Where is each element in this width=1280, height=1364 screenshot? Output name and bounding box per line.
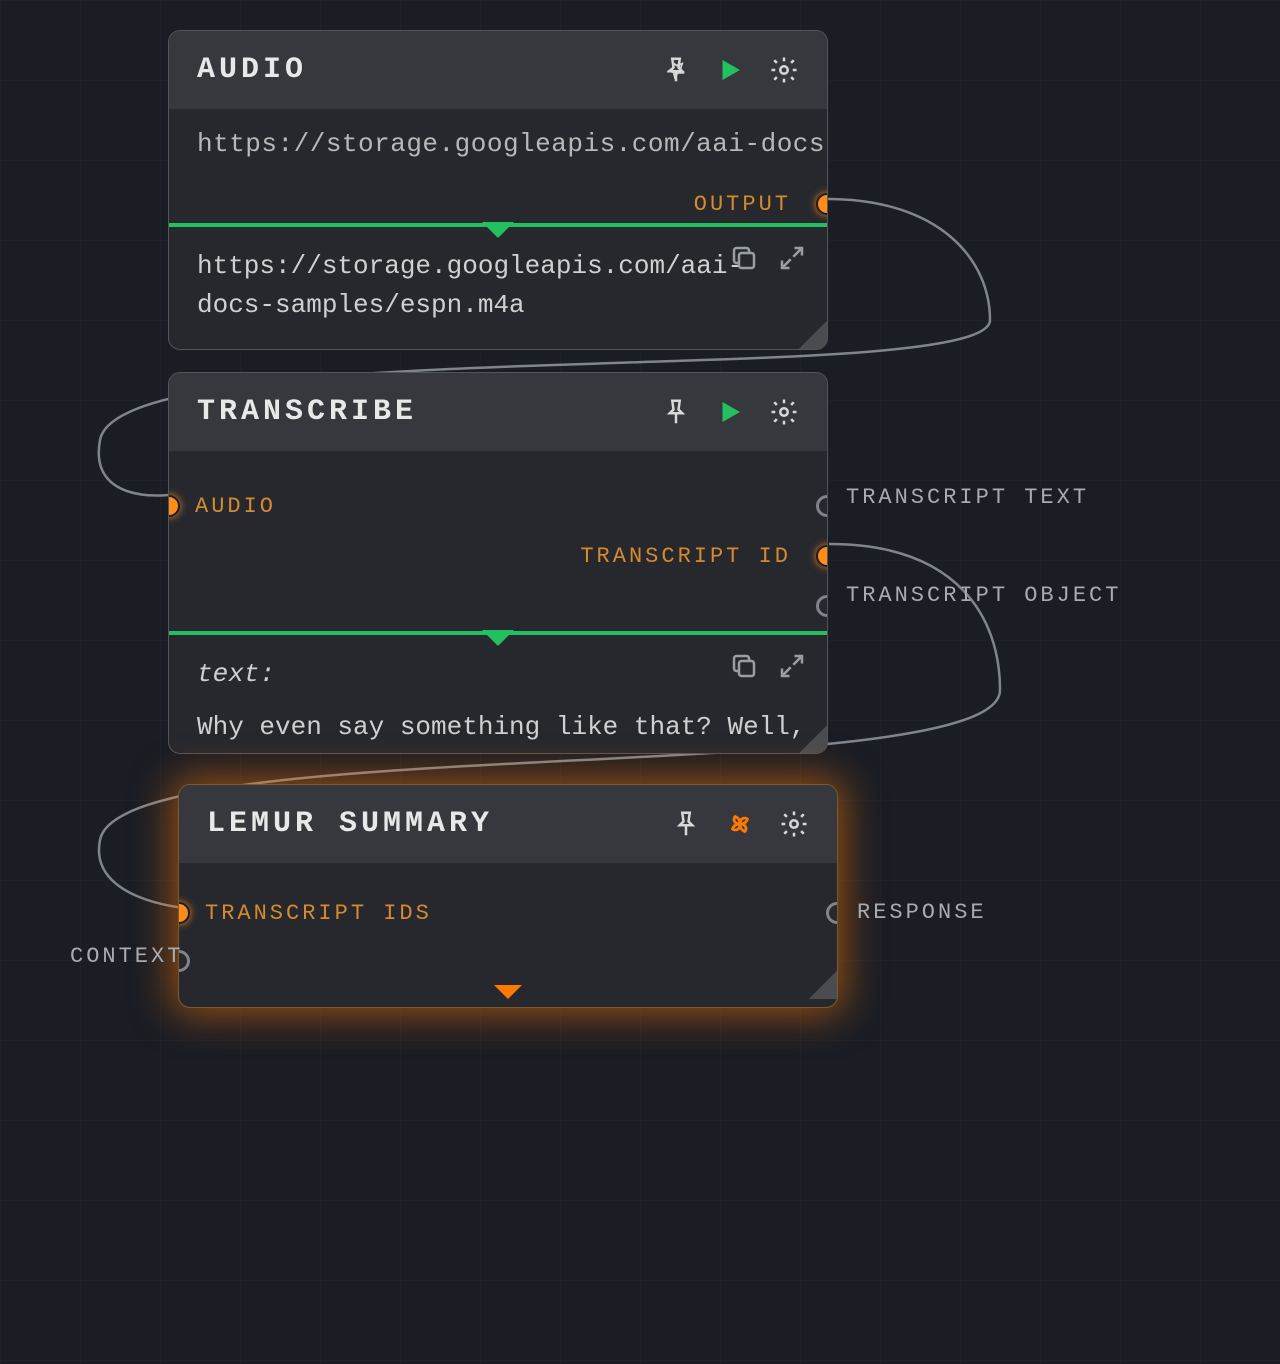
transcript-text-ext-label: TRANSCRIPT TEXT [846,485,1089,510]
transcribe-result-heading: text: [197,655,799,694]
transcribe-id-output-port[interactable] [816,545,828,567]
pin-icon[interactable] [671,809,701,839]
lemur-context-ext-label: CONTEXT [70,944,183,969]
audio-url-input[interactable]: https://storage.googleapis.com/aai-docs-… [169,109,827,185]
lemur-transcript-ids-input-port[interactable] [178,902,190,924]
transcribe-node-title: TRANSCRIBE [197,395,661,429]
audio-result-text: https://storage.googleapis.com/aai-docs-… [197,251,743,320]
run-icon[interactable] [715,397,745,427]
audio-node-title: AUDIO [197,53,661,87]
transcribe-object-output-port[interactable] [816,595,828,617]
lemur-node-header[interactable]: LEMUR SUMMARY [179,785,837,863]
lemur-response-ext-label: RESPONSE [857,900,987,925]
lemur-transcript-ids-label: TRANSCRIPT IDS [205,901,432,926]
lemur-node-title: LEMUR SUMMARY [207,807,671,841]
lemur-expand-toggle[interactable] [494,985,522,999]
pin-icon[interactable] [661,55,691,85]
run-icon[interactable] [715,55,745,85]
audio-output-port-label: OUTPUT [694,192,791,217]
lemur-response-output-port[interactable] [826,902,838,924]
lemur-node[interactable]: LEMUR SUMMARY TRANSCRIPT IDS [178,784,838,1008]
audio-output-port[interactable] [816,193,828,215]
audio-result: https://storage.googleapis.com/aai-docs-… [169,227,827,349]
transcribe-result-preview: Why even say something like that? Well, … [197,708,799,747]
transcribe-node[interactable]: TRANSCRIBE AUDIO TRANSCRIPT ID [168,372,828,754]
expand-icon[interactable] [777,243,807,286]
audio-node-header[interactable]: AUDIO [169,31,827,109]
fan-icon[interactable] [725,809,755,839]
gear-icon[interactable] [769,397,799,427]
transcribe-audio-input-port[interactable] [168,495,180,517]
transcribe-id-output-label: TRANSCRIPT ID [580,544,791,569]
copy-icon[interactable] [729,243,759,286]
gear-icon[interactable] [769,55,799,85]
transcript-object-ext-label: TRANSCRIPT OBJECT [846,583,1121,608]
expand-icon[interactable] [777,651,807,694]
audio-node[interactable]: AUDIO https://storage.googleapis.com/aai… [168,30,828,350]
copy-icon[interactable] [729,651,759,694]
transcribe-node-header[interactable]: TRANSCRIBE [169,373,827,451]
lemur-context-input-port[interactable] [178,950,190,972]
transcribe-audio-input-label: AUDIO [195,494,276,519]
transcribe-result: text: Why even say something like that? … [169,635,827,753]
pin-icon[interactable] [661,397,691,427]
gear-icon[interactable] [779,809,809,839]
transcribe-text-output-port[interactable] [816,495,828,517]
